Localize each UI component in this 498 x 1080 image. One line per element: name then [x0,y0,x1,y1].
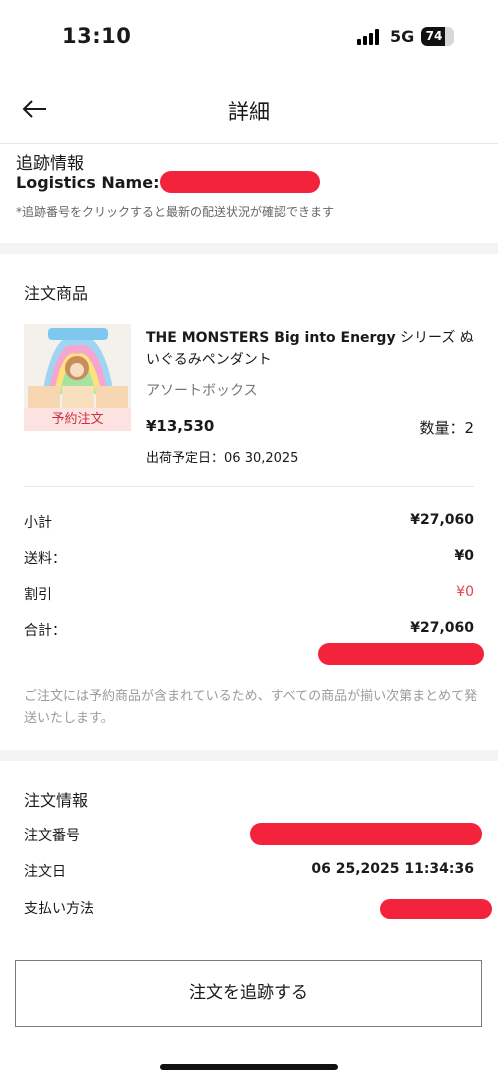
payment-method-label: 支払い方法 [24,901,94,917]
nav-bar: 詳細 [0,74,498,144]
tracking-section: 追跡情報 Logistics Name: *追跡番号をクリックすると最新の配送状… [0,145,498,243]
order-date-label: 注文日 [24,864,66,880]
tracking-title: 追跡情報 [16,154,84,174]
cellular-signal-icon [357,29,383,45]
status-bar: 13:10 5G 74 [0,0,498,74]
order-info-title: 注文情報 [24,791,89,810]
divider [24,486,474,487]
tracking-note: *追跡番号をクリックすると最新の配送状況が確認できます [16,205,335,219]
redacted-order-number [250,823,482,845]
ship-date: 出荷予定日：06 30,2025 [146,447,298,466]
product-quantity: 数量：2 [419,419,474,437]
home-indicator [160,1064,338,1070]
order-info-section: 注文情報 注文番号 注文日 06 25,2025 11:34:36 支払い方法 [0,761,498,946]
subtotal-label: 小計 [24,515,52,531]
section-divider [0,750,498,761]
product-name-en: THE MONSTERS Big into Energy [146,330,396,346]
status-time: 13:10 [62,24,132,48]
order-items-section: 注文商品 予約注文 THE MONSTERS Big into Energy シ… [0,254,498,750]
logistics-name-label: Logistics Name: [16,173,160,192]
discount-value: ¥0 [456,584,474,600]
preorder-notice: ご注文には予約商品が含まれているため、すべての商品が揃い次第まとめて発送いたしま… [24,689,478,726]
order-date-value: 06 25,2025 11:34:36 [311,861,474,877]
shipping-label: 送料： [24,551,66,567]
bottom-action-area: 注文を追跡する [0,946,498,1080]
battery-level: 74 [425,29,443,43]
product-name[interactable]: THE MONSTERS Big into Energy シリーズ ぬいぐるみペ… [146,327,476,371]
ship-date-label: 出荷予定日： [146,451,225,466]
subtotal-value: ¥27,060 [410,512,474,528]
battery-icon: 74 [421,27,454,46]
shipping-value: ¥0 [454,548,474,564]
product-variant: アソートボックス [146,383,258,399]
total-value: ¥27,060 [410,620,474,636]
redacted-payment-method [380,899,492,919]
redacted-amount [318,643,484,665]
product-price: ¥13,530 [146,417,215,435]
network-type: 5G [390,27,415,46]
page-title: 詳細 [228,100,270,124]
discount-label: 割引 [24,587,52,603]
redacted-logistics-name [160,171,320,193]
total-label: 合計： [24,623,66,639]
preorder-tag: 予約注文 [24,408,131,431]
track-order-button[interactable]: 注文を追跡する [15,960,482,1027]
ship-date-value: 06 30,2025 [224,451,299,466]
order-number-label: 注文番号 [24,828,80,844]
order-items-title: 注文商品 [24,284,89,303]
section-divider [0,243,498,254]
